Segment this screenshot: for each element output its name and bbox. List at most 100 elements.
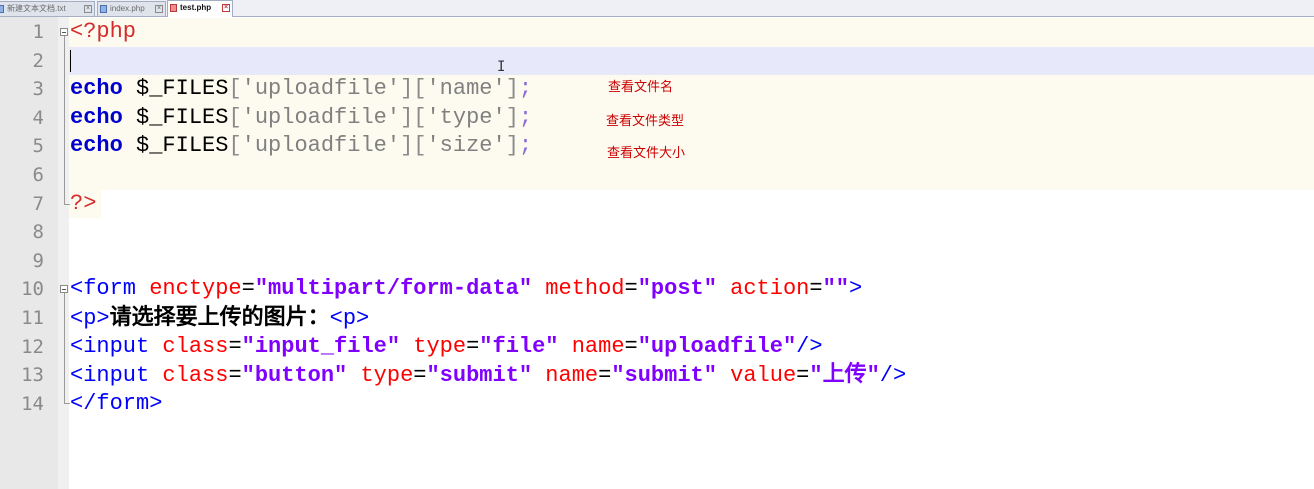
html-attribute: value — [716, 363, 797, 389]
html-tag: <p> — [329, 306, 370, 331]
html-attribute: type — [347, 363, 414, 389]
semicolon: ; — [518, 76, 533, 102]
close-icon[interactable]: × — [84, 5, 92, 13]
tab-index-php[interactable]: index.php × — [97, 1, 166, 16]
html-attribute-value: 上传 — [822, 362, 867, 388]
html-attribute: name — [532, 363, 599, 389]
code-line-13: <input class="button" type="submit" name… — [70, 362, 907, 389]
close-icon[interactable]: × — [222, 4, 230, 12]
variable: $_FILES — [122, 133, 229, 159]
html-attribute-value: "post" — [637, 276, 717, 302]
html-text: 请选择要上传的图片： — [109, 305, 330, 330]
html-attribute-value: "uploadfile" — [637, 333, 797, 359]
code-line-4: echo $_FILES['uploadfile']['type']; — [70, 104, 532, 133]
bracket: ][ — [400, 76, 427, 102]
html-attribute: class — [149, 333, 229, 359]
bracket: ][ — [400, 133, 427, 159]
line-number: 5 — [32, 135, 44, 158]
line-number: 12 — [21, 335, 44, 358]
line-number: 7 — [32, 192, 44, 215]
code-line-7: ?> — [70, 190, 96, 219]
semicolon: ; — [518, 133, 533, 159]
html-tag: <input — [70, 363, 150, 389]
tab-test-php[interactable]: test.php × — [167, 0, 233, 17]
line-number: 9 — [32, 249, 44, 272]
html-tag: <p> — [70, 306, 110, 331]
file-icon — [0, 5, 4, 13]
annotation-file-name: 查看文件名 — [608, 80, 674, 95]
line-number: 1 — [32, 21, 44, 43]
code-line-14: </form> — [70, 390, 162, 419]
code-line-11: <p>请选择要上传的图片：<p> — [70, 304, 369, 333]
html-tag: <input — [70, 333, 150, 359]
modified-file-icon — [170, 4, 177, 12]
text-caret — [70, 50, 71, 72]
code-line-12: <input class="input_file" type="file" na… — [70, 333, 823, 359]
line-number: 2 — [32, 49, 44, 72]
string-literal: 'name' — [426, 76, 506, 102]
tab-new-text-document[interactable]: 新建文本文档.txt × — [0, 1, 95, 16]
html-attribute: type — [400, 333, 467, 359]
tab-label: 新建文本文档.txt — [7, 4, 66, 13]
html-attribute-value: " — [866, 363, 880, 389]
bracket: ][ — [400, 104, 427, 130]
bracket: ] — [505, 76, 519, 102]
annotation-file-size: 查看文件大小 — [607, 146, 686, 161]
line-number: 8 — [32, 221, 44, 244]
annotation-file-type: 查看文件类型 — [606, 114, 685, 129]
keyword-echo: echo — [70, 76, 123, 102]
string-literal: 'uploadfile' — [241, 133, 401, 159]
html-attribute-value: "input_file" — [241, 333, 401, 359]
string-literal: 'type' — [426, 104, 506, 130]
html-attribute-value: "submit" — [611, 363, 717, 389]
html-attribute: name — [558, 333, 625, 359]
html-attribute-value: " — [809, 363, 823, 389]
code-editor[interactable]: 1 2 3 4 5 6 7 8 9 10 11 12 13 14 <?php I… — [0, 17, 1314, 489]
tab-label: index.php — [110, 4, 145, 13]
html-tag: /> — [796, 333, 823, 359]
ibeam-cursor-icon: I — [497, 59, 506, 75]
line-number: 13 — [21, 364, 44, 387]
html-attribute: action — [716, 276, 810, 302]
keyword-echo: echo — [70, 133, 123, 159]
html-attribute: enctype — [136, 276, 242, 302]
bracket: ] — [505, 104, 519, 130]
php-close-tag: ?> — [70, 190, 97, 216]
tab-label: test.php — [180, 3, 212, 12]
string-literal: 'size' — [426, 133, 506, 159]
fold-toggle-icon[interactable] — [60, 285, 68, 293]
variable: $_FILES — [122, 104, 229, 130]
line-number: 6 — [32, 164, 44, 186]
html-attribute-value: "button" — [241, 363, 348, 389]
line-number: 14 — [21, 392, 44, 415]
code-line-5: echo $_FILES['uploadfile']['size']; — [70, 132, 532, 161]
file-icon — [100, 5, 107, 13]
html-attribute-value: "" — [822, 276, 849, 302]
bracket: ] — [505, 133, 519, 159]
close-icon[interactable]: × — [155, 5, 163, 13]
html-tag: <form — [70, 276, 137, 302]
php-open-tag: <?php — [70, 19, 137, 44]
bracket: [ — [228, 76, 242, 102]
line-number: 4 — [32, 106, 44, 129]
fold-guide — [64, 36, 65, 201]
html-attribute-value: "submit" — [426, 363, 533, 389]
php-block-background — [69, 18, 1314, 47]
line-number: 10 — [21, 278, 44, 301]
code-line-3: echo $_FILES['uploadfile']['name']; — [70, 75, 532, 104]
bracket: [ — [228, 104, 242, 130]
html-attribute-value: "file" — [479, 333, 559, 359]
html-attribute: method — [532, 276, 625, 302]
html-tag: /> — [879, 363, 907, 389]
line-number: 11 — [21, 307, 44, 329]
tab-bar: 新建文本文档.txt × index.php × test.php × — [0, 0, 1314, 17]
fold-toggle-icon[interactable] — [60, 28, 68, 36]
bracket: [ — [228, 133, 242, 159]
html-attribute-value: "multipart/form-data" — [254, 276, 533, 302]
html-tag: > — [848, 276, 863, 302]
php-block-background — [69, 161, 1314, 190]
variable: $_FILES — [122, 76, 229, 102]
current-line-highlight — [69, 46, 1314, 76]
html-attribute: class — [149, 363, 229, 389]
code-line-10: <form enctype="multipart/form-data" meth… — [70, 276, 863, 302]
